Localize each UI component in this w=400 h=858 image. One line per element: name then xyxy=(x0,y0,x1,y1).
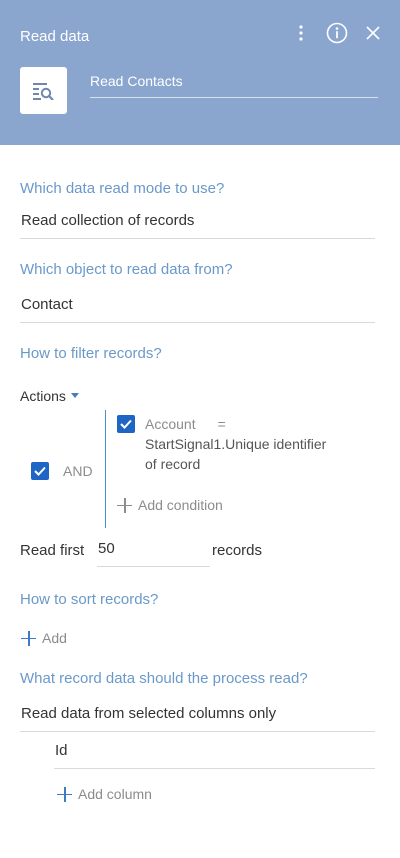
read-mode-question: Which data read mode to use? xyxy=(20,180,225,197)
add-column-label: Add column xyxy=(78,786,152,802)
column-field[interactable]: Id xyxy=(54,742,375,769)
filter-question: How to filter records? xyxy=(20,345,162,362)
element-name-field[interactable]: Read Contacts xyxy=(90,72,378,98)
sort-question: How to sort records? xyxy=(20,591,159,608)
condition-value-line1: StartSignal1.Unique identifier xyxy=(145,436,327,452)
plus-icon xyxy=(57,786,72,802)
caret-down-icon xyxy=(70,392,79,398)
records-label: records xyxy=(212,542,263,559)
header-actions xyxy=(290,22,384,44)
object-field[interactable]: Contact xyxy=(20,296,375,323)
record-data-question: What record data should the process read… xyxy=(20,670,308,687)
read-first-label: Read first xyxy=(20,542,85,559)
plus-icon xyxy=(117,497,132,513)
condition-checkbox[interactable] xyxy=(117,415,135,433)
panel-title: Read data xyxy=(20,28,90,45)
plus-icon xyxy=(21,630,36,646)
group-checkbox[interactable] xyxy=(31,462,49,480)
add-sort-label: Add xyxy=(42,630,67,646)
condition-column: Account xyxy=(145,416,196,432)
read-first-input[interactable]: 50 xyxy=(97,540,210,567)
read-mode-field[interactable]: Read collection of records xyxy=(20,212,375,239)
add-sort-button[interactable]: Add xyxy=(21,630,67,646)
object-question: Which object to read data from? xyxy=(20,261,233,278)
group-bracket xyxy=(105,410,106,528)
close-icon[interactable] xyxy=(362,22,384,44)
panel-header: Read data Read Contacts xyxy=(0,0,400,145)
group-operator[interactable]: AND xyxy=(63,463,93,479)
record-data-mode-field[interactable]: Read data from selected columns only xyxy=(20,705,375,732)
add-column-button[interactable]: Add column xyxy=(57,786,152,802)
actions-menu[interactable]: Actions xyxy=(20,388,79,404)
add-condition-label: Add condition xyxy=(138,497,223,513)
actions-label: Actions xyxy=(20,388,66,404)
condition-value-line2: of record xyxy=(145,456,201,472)
info-icon[interactable] xyxy=(326,22,348,44)
filter-condition[interactable]: Account = StartSignal1.Unique identifier … xyxy=(145,414,345,474)
more-vertical-icon[interactable] xyxy=(290,22,312,44)
read-data-icon xyxy=(20,67,67,114)
condition-operator: = xyxy=(217,416,226,432)
add-condition-button[interactable]: Add condition xyxy=(117,497,223,513)
